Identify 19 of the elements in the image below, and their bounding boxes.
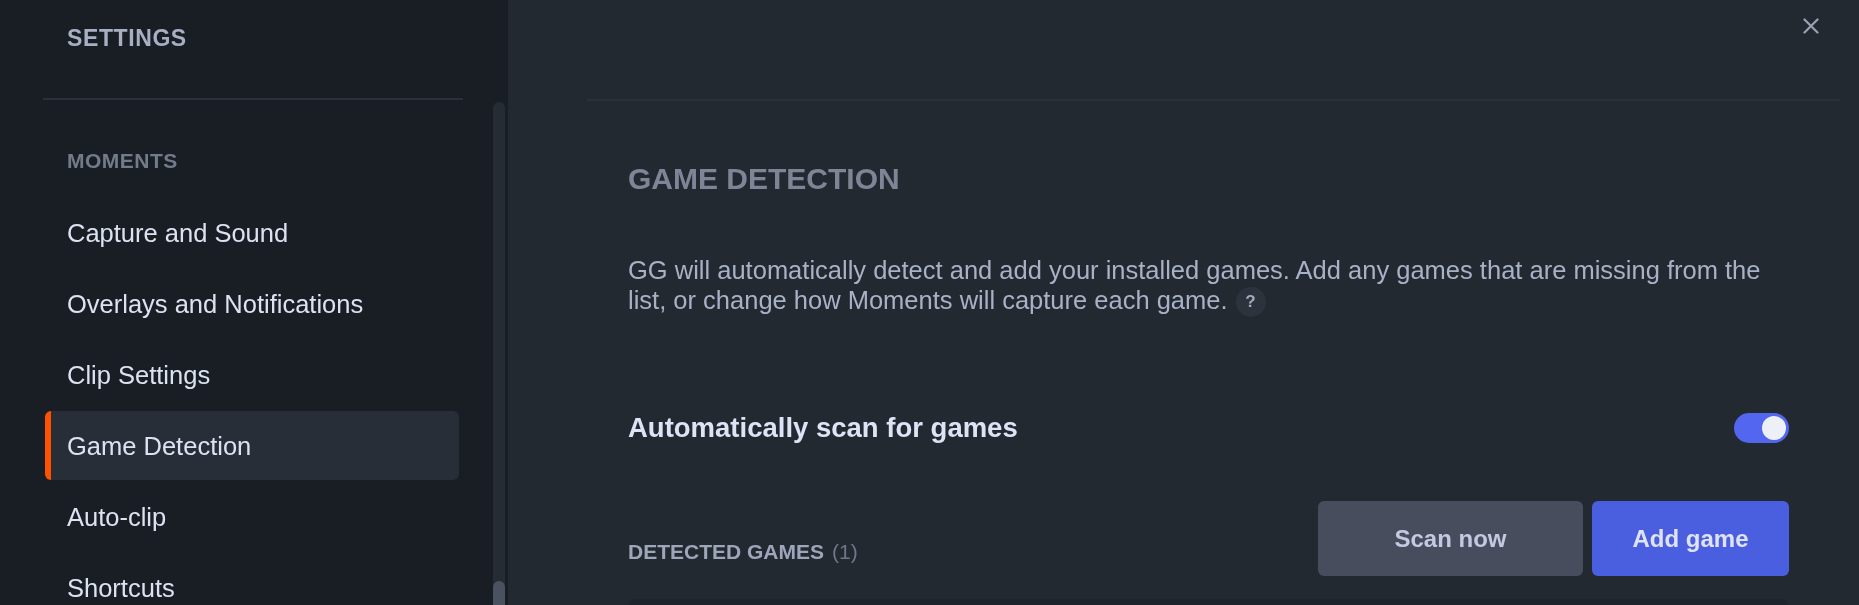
section-label: MOMENTS — [67, 148, 178, 174]
page-title: GAME DETECTION — [628, 161, 901, 197]
sidebar-item[interactable]: Shortcuts — [45, 553, 459, 605]
game-count: (1) — [832, 540, 858, 565]
sidebar-item[interactable]: Auto-clip — [45, 482, 459, 551]
help-button[interactable]: ? — [1235, 287, 1266, 318]
close-icon — [1803, 18, 1819, 34]
sidebar-title: SETTINGS — [67, 24, 187, 52]
scrollbar-thumb[interactable] — [493, 581, 505, 605]
toggle-switch[interactable] — [1734, 413, 1789, 444]
section-heading: DETECTED GAMES — [628, 540, 824, 565]
sidebar-item[interactable]: Overlays and Notifications — [45, 269, 459, 338]
description-text: GG will automatically detect and add your installed games. Add any games that are missing from the list, or change how Moments will capture each game. ? — [628, 255, 1788, 318]
sidebar-item[interactable]: Clip Settings — [45, 340, 459, 409]
sidebar-item[interactable]: Game Detection — [45, 411, 459, 480]
scan-now-button[interactable]: Scan now — [1318, 501, 1583, 577]
sidebar-item[interactable]: Capture and Sound — [45, 198, 459, 267]
setting-label: Automatically scan for games — [628, 412, 1018, 445]
add-game-button[interactable]: Add game — [1592, 501, 1789, 577]
